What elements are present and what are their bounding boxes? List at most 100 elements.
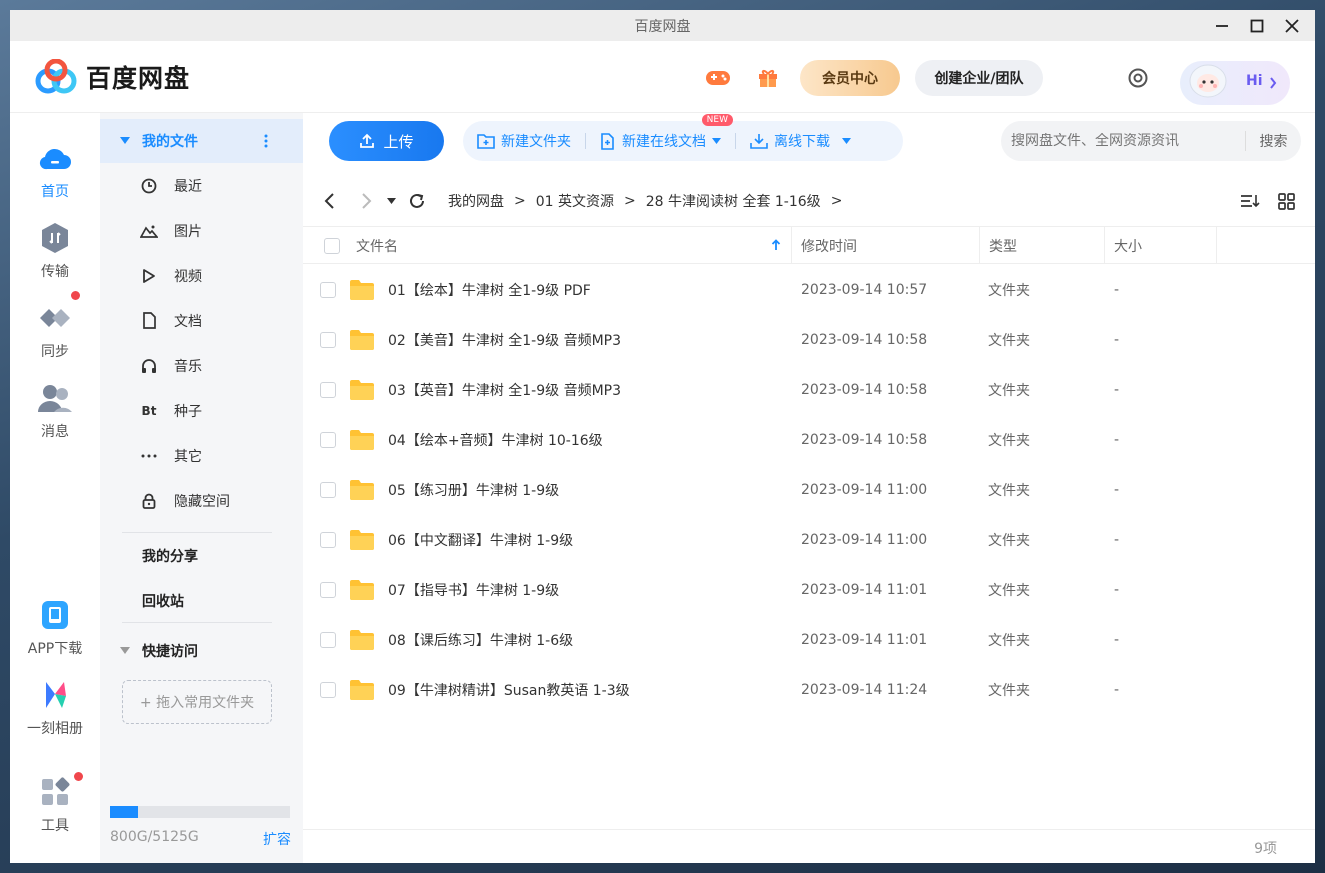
sidebar-item-torrents[interactable]: Bt 种子 xyxy=(140,388,202,433)
search-input[interactable] xyxy=(1011,133,1241,149)
file-name[interactable]: 08【课后练习】牛津树 1-6级 xyxy=(388,615,573,665)
sidebar-item-documents[interactable]: 文档 xyxy=(140,298,202,343)
sidebar-item-images[interactable]: 图片 xyxy=(140,208,202,253)
back-arrow-icon[interactable] xyxy=(323,192,337,210)
table-row[interactable]: 04【绘本+音频】牛津树 10-16级 2023-09-14 10:58 文件夹 - xyxy=(303,415,1315,465)
rail-label-message: 消息 xyxy=(41,424,69,440)
file-name[interactable]: 05【练习册】牛津树 1-9级 xyxy=(388,465,559,515)
breadcrumb-item[interactable]: 01 英文资源 xyxy=(536,191,614,211)
file-name[interactable]: 02【美音】牛津树 全1-9级 音频MP3 xyxy=(388,315,621,365)
table-row[interactable]: 07【指导书】牛津树 1-9级 2023-09-14 11:01 文件夹 - xyxy=(303,565,1315,615)
column-header-type[interactable]: 类型 xyxy=(979,227,1104,264)
rail-item-message[interactable]: 消息 xyxy=(10,381,100,441)
rail-item-sync[interactable]: 同步 xyxy=(10,291,100,361)
row-checkbox[interactable] xyxy=(320,432,336,448)
column-header-size[interactable]: 大小 xyxy=(1104,227,1216,264)
folder-icon xyxy=(349,315,375,365)
offline-download-button[interactable]: 离线下载 xyxy=(736,131,865,151)
upload-button[interactable]: 上传 xyxy=(329,121,444,161)
row-checkbox[interactable] xyxy=(320,632,336,648)
vip-center-button[interactable]: 会员中心 xyxy=(800,60,900,96)
row-checkbox[interactable] xyxy=(320,482,336,498)
rail-label-sync: 同步 xyxy=(41,344,69,360)
app-logo[interactable]: 百度网盘 xyxy=(34,59,190,95)
sidebar-item-hidden-space[interactable]: 隐藏空间 xyxy=(140,478,230,523)
create-team-button[interactable]: 创建企业/团队 xyxy=(915,60,1043,96)
history-dropdown-icon[interactable] xyxy=(387,197,396,205)
tools-badge xyxy=(74,772,83,781)
file-type: 文件夹 xyxy=(988,333,1030,349)
sidebar-my-share[interactable]: 我的分享 xyxy=(142,546,198,566)
table-row[interactable]: 03【英音】牛津树 全1-9级 音频MP3 2023-09-14 10:58 文件夹… xyxy=(303,365,1315,415)
column-header-modified[interactable]: 修改时间 xyxy=(791,227,979,264)
file-name[interactable]: 09【牛津树精讲】Susan教英语 1-3级 xyxy=(388,665,630,715)
breadcrumb-item[interactable]: 我的网盘 xyxy=(448,191,504,211)
row-checkbox[interactable] xyxy=(320,582,336,598)
minimize-button[interactable] xyxy=(1204,10,1239,41)
headphones-icon xyxy=(140,357,158,375)
table-row[interactable]: 09【牛津树精讲】Susan教英语 1-3级 2023-09-14 11:24 文件… xyxy=(303,665,1315,715)
gift-button[interactable] xyxy=(752,62,784,94)
column-header-name-label: 文件名 xyxy=(356,238,398,255)
sidebar-my-files[interactable]: 我的文件 xyxy=(100,119,303,163)
search-button[interactable]: 搜索 xyxy=(1245,131,1301,151)
new-online-doc-button[interactable]: 新建在线文档 NEW xyxy=(586,114,735,151)
user-card[interactable]: Hi xyxy=(1180,61,1290,105)
table-row[interactable]: 02【美音】牛津树 全1-9级 音频MP3 2023-09-14 10:58 文件夹… xyxy=(303,315,1315,365)
new-folder-label: 新建文件夹 xyxy=(501,134,571,150)
gift-icon xyxy=(759,70,777,87)
sidebar-quick-access[interactable]: 快捷访问 xyxy=(120,641,198,661)
file-name[interactable]: 01【绘本】牛津树 全1-9级 PDF xyxy=(388,265,591,315)
game-button[interactable] xyxy=(702,62,734,94)
expand-storage-link[interactable]: 扩容 xyxy=(263,829,291,849)
table-row[interactable]: 08【课后练习】牛津树 1-6级 2023-09-14 11:01 文件夹 - xyxy=(303,615,1315,665)
title-bar: 百度网盘 xyxy=(10,10,1315,41)
row-checkbox[interactable] xyxy=(320,282,336,298)
file-name[interactable]: 07【指导书】牛津树 1-9级 xyxy=(388,565,559,615)
rail-item-transfer[interactable]: 传输 xyxy=(10,221,100,281)
sidebar-label-documents: 文档 xyxy=(174,313,202,330)
close-button[interactable] xyxy=(1274,10,1309,41)
row-checkbox[interactable] xyxy=(320,332,336,348)
refresh-icon[interactable] xyxy=(408,192,426,210)
window-controls xyxy=(1204,10,1309,41)
column-header-name[interactable]: 文件名 xyxy=(346,227,791,264)
cloud-home-icon xyxy=(38,141,72,175)
table-row[interactable]: 05【练习册】牛津树 1-9级 2023-09-14 11:00 文件夹 - xyxy=(303,465,1315,515)
row-checkbox[interactable] xyxy=(320,682,336,698)
sidebar-item-recent[interactable]: 最近 xyxy=(140,163,202,208)
table-row[interactable]: 06【中文翻译】牛津树 1-9级 2023-09-14 11:00 文件夹 - xyxy=(303,515,1315,565)
rail-item-album[interactable]: 一刻相册 xyxy=(10,678,100,738)
rail-item-tools[interactable]: 工具 xyxy=(10,772,100,835)
sidebar-item-videos[interactable]: 视频 xyxy=(140,253,202,298)
new-folder-button[interactable]: 新建文件夹 xyxy=(463,131,585,151)
forward-arrow-icon[interactable] xyxy=(359,192,373,210)
row-checkbox[interactable] xyxy=(320,382,336,398)
rail-item-home[interactable]: 首页 xyxy=(10,141,100,201)
row-checkbox[interactable] xyxy=(320,532,336,548)
table-row[interactable]: 01【绘本】牛津树 全1-9级 PDF 2023-09-14 10:57 文件夹 - xyxy=(303,265,1315,315)
maximize-button[interactable] xyxy=(1239,10,1274,41)
sidebar-label-hidden-space: 隐藏空间 xyxy=(174,493,230,510)
rail-item-app-download[interactable]: APP下载 xyxy=(10,598,100,658)
settings-button[interactable] xyxy=(1122,62,1154,94)
grid-view-icon[interactable] xyxy=(1278,193,1295,210)
caret-down-icon xyxy=(120,137,130,144)
more-vertical-icon[interactable] xyxy=(264,134,268,148)
drop-folder-zone[interactable]: + 拖入常用文件夹 xyxy=(122,680,272,724)
sidebar-recycle-bin[interactable]: 回收站 xyxy=(142,591,184,611)
file-name[interactable]: 06【中文翻译】牛津树 1-9级 xyxy=(388,515,573,565)
sidebar-item-other[interactable]: 其它 xyxy=(140,433,202,478)
select-all-checkbox[interactable] xyxy=(324,238,340,254)
file-name[interactable]: 04【绘本+音频】牛津树 10-16级 xyxy=(388,415,603,465)
document-icon xyxy=(140,312,158,330)
file-size: - xyxy=(1114,582,1120,598)
file-modified: 2023-09-14 10:57 xyxy=(801,282,928,298)
sidebar-item-music[interactable]: 音乐 xyxy=(140,343,202,388)
column-divider xyxy=(1216,227,1217,264)
sync-icon xyxy=(38,301,72,335)
file-name[interactable]: 03【英音】牛津树 全1-9级 音频MP3 xyxy=(388,365,621,415)
file-modified: 2023-09-14 11:01 xyxy=(801,632,928,648)
sort-icon[interactable] xyxy=(1240,193,1260,209)
breadcrumb-item[interactable]: 28 牛津阅读树 全套 1-16级 xyxy=(646,191,821,211)
